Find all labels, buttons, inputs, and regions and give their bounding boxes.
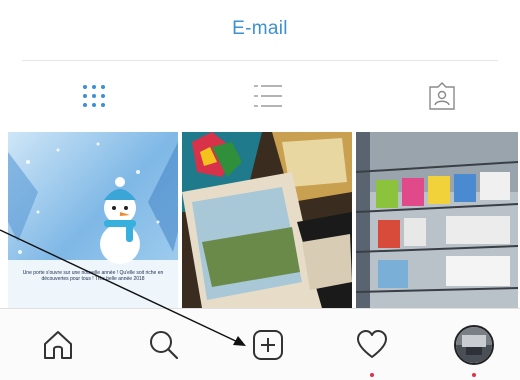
activity-notification-dot [370,373,374,377]
divider [22,60,498,61]
photo-grid: Une porte s'ouvre sur une nouvelle année… [8,132,518,308]
photo-bookshelf[interactable] [356,132,518,308]
tagged-icon [429,82,455,110]
add-post-icon [253,330,283,360]
avatar-image [456,327,492,363]
tab-tagged-view[interactable] [420,76,464,116]
bottom-tab-bar [0,308,520,380]
bookshelf-image [356,132,518,308]
profile-notification-dot [472,373,476,377]
home-icon [44,331,72,359]
list-icon [254,85,282,107]
nav-profile[interactable] [452,323,496,367]
photo-caption: Une porte s'ouvre sur une nouvelle année… [22,270,164,282]
photo-books[interactable] [182,132,352,308]
email-button-label: E-mail [232,18,288,39]
email-button[interactable]: E-mail [0,0,520,58]
nav-activity[interactable] [350,323,394,367]
photo-snowman[interactable]: Une porte s'ouvre sur une nouvelle année… [8,132,178,308]
nav-add-post[interactable] [246,323,290,367]
heart-icon [357,330,387,358]
nav-search[interactable] [142,323,186,367]
books-image [182,132,352,308]
tab-grid-view[interactable] [72,76,116,116]
tab-list-view[interactable] [246,76,290,116]
grid-icon [83,85,105,107]
nav-home[interactable] [36,323,80,367]
profile-view-tabs [0,64,520,128]
profile-avatar [454,325,494,365]
search-icon [150,331,179,360]
